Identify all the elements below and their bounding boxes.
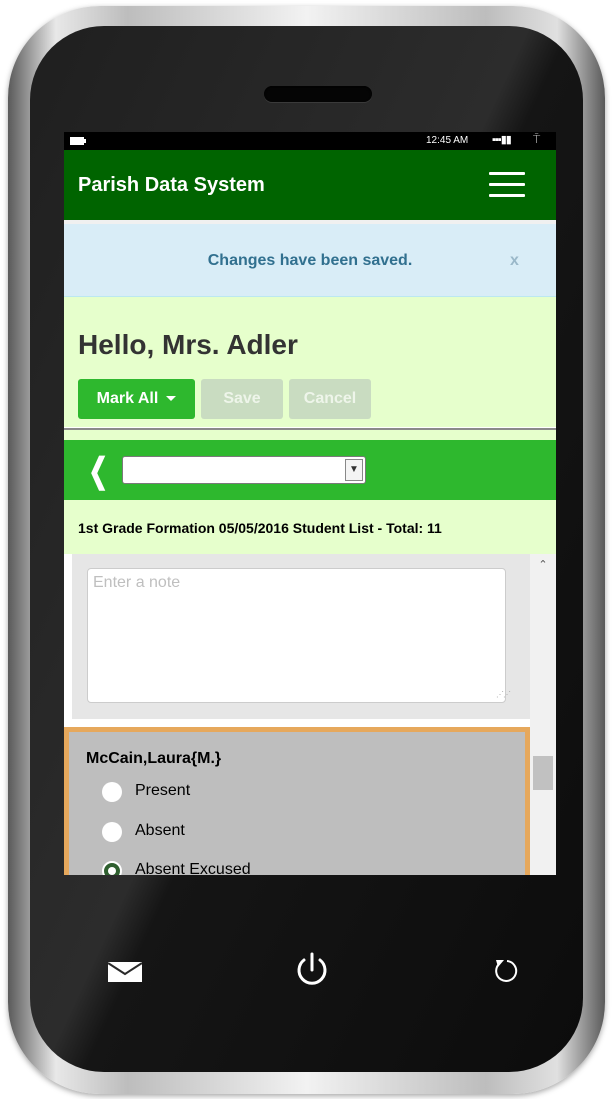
status-time: 12:45 AM [426,135,469,146]
caret-down-icon [166,396,177,402]
student-list-title: 1st Grade Formation 05/05/2016 Student L… [78,520,442,536]
mark-all-label: Mark All [96,390,159,407]
power-icon[interactable] [292,950,332,990]
refresh-back-icon[interactable] [490,954,524,988]
radio-label: Absent [135,822,185,839]
alert-message: Changes have been saved. [207,252,413,269]
panel-gap [64,430,556,440]
card-gap [64,719,530,727]
scroll-up-arrow-icon[interactable]: ⌃ [530,558,556,572]
student-card: McCain,Laura{M.} Present Absent Absent E… [64,727,530,875]
radio-button[interactable] [102,822,122,842]
scrollbar[interactable]: ⌃ [530,554,556,875]
signal-bars-icon: ▪▪▪▮▮ [492,134,512,146]
note-card: ⋰⋰ [72,554,530,719]
radio-button[interactable] [102,782,122,802]
radio-label: Absent Excused [135,861,251,875]
cancel-button[interactable]: Cancel [289,379,371,419]
greeting-panel: Hello, Mrs. Adler Mark All Save Cancel [64,297,556,427]
success-alert: Changes have been saved. x [64,224,556,297]
student-name: McCain,Laura{M.} [86,750,222,767]
greeting-heading: Hello, Mrs. Adler [78,329,298,360]
radio-button-selected[interactable] [102,861,122,875]
date-nav-bar: ❮ ▼ [64,440,556,500]
phone-screen: 12:45 AM ▪▪▪▮▮ ⍑ Parish Data System Chan… [64,132,556,875]
scrollbar-thumb[interactable] [533,756,553,790]
radio-label: Present [135,782,191,799]
app-header: Parish Data System [64,150,556,220]
mail-icon[interactable] [108,962,142,982]
save-button[interactable]: Save [201,379,283,419]
alert-close-button[interactable]: x [510,252,519,270]
note-input[interactable] [87,568,506,703]
battery-icon [70,137,86,145]
chevron-down-icon[interactable]: ▼ [345,459,363,481]
resize-grip-icon[interactable]: ⋰⋰ [496,690,511,699]
date-select[interactable]: ▼ [122,456,366,484]
chevron-left-icon[interactable]: ❮ [88,451,108,491]
mark-all-button[interactable]: Mark All [78,379,195,419]
wifi-icon: ⍑ [533,132,541,146]
phone-speaker [264,86,372,102]
student-list: ⋰⋰ McCain,Laura{M.} Present Absent Absen… [64,554,556,875]
status-bar: 12:45 AM ▪▪▪▮▮ ⍑ [64,132,556,150]
student-list-header: 1st Grade Formation 05/05/2016 Student L… [64,500,556,554]
hamburger-menu-icon[interactable] [489,172,525,198]
app-title: Parish Data System [78,174,265,196]
